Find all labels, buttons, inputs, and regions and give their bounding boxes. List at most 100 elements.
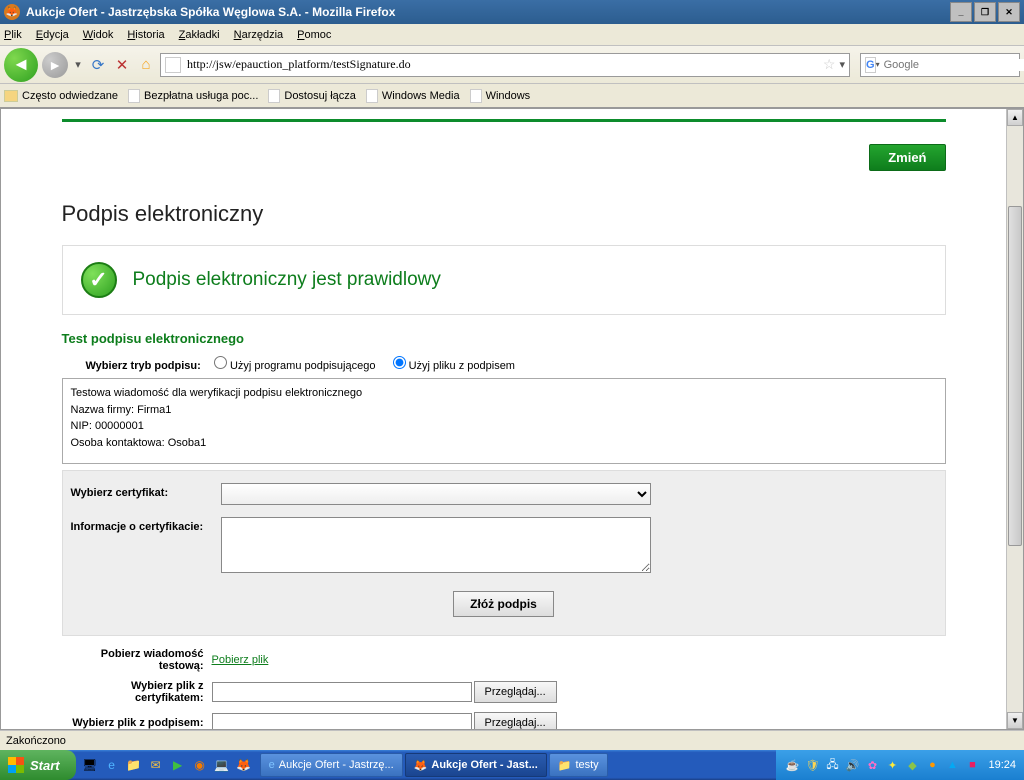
- task-buttons: eAukcje Ofert - Jastrzę... 🦊Aukcje Ofert…: [260, 753, 777, 777]
- taskbar: Start 🖥 e 📁 ✉ ▶ ◉ 💻 🦊 eAukcje Ofert - Ja…: [0, 750, 1024, 780]
- tray-shield-icon[interactable]: 🛡: [804, 757, 820, 773]
- back-button[interactable]: ◄: [4, 48, 38, 82]
- file-section: Pobierz wiadomość testową: Pobierz plik …: [62, 648, 946, 730]
- page-icon: [165, 57, 181, 73]
- google-icon[interactable]: G: [865, 57, 876, 73]
- firefox-icon: 🦊: [4, 4, 20, 20]
- page-title: Podpis elektroniczny: [62, 201, 946, 227]
- page-icon: [366, 89, 378, 103]
- ql-putty-icon[interactable]: 💻: [212, 754, 232, 776]
- bookmark-item-1[interactable]: Dostosuj łącza: [268, 89, 356, 103]
- file-cert-label: Wybierz plik z certyfikatem:: [62, 680, 212, 704]
- ql-media-icon[interactable]: ▶: [168, 754, 188, 776]
- cert-select[interactable]: [221, 483, 651, 505]
- restore-button[interactable]: ❐: [974, 2, 996, 22]
- bookmark-item-0[interactable]: Bezpłatna usługa poc...: [128, 89, 258, 103]
- status-box: ✓ Podpis elektroniczny jest prawidlowy: [62, 245, 946, 315]
- tray-app5-icon[interactable]: ▲: [944, 757, 960, 773]
- file-sig-label: Wybierz plik z podpisem:: [62, 717, 212, 729]
- menu-edit[interactable]: Edycja: [36, 29, 69, 41]
- tray-app2-icon[interactable]: ✦: [884, 757, 900, 773]
- ql-desktop-icon[interactable]: 🖥: [80, 754, 100, 776]
- content-area: Zmień Podpis elektroniczny ✓ Podpis elek…: [0, 108, 1024, 730]
- tray-network-icon[interactable]: 🖧: [824, 757, 840, 773]
- tray-app6-icon[interactable]: ■: [964, 757, 980, 773]
- section-title: Test podpisu elektronicznego: [62, 331, 946, 346]
- bookmark-frequent[interactable]: Często odwiedzane: [4, 90, 118, 102]
- stop-button[interactable]: ✕: [112, 55, 132, 75]
- task-item-2[interactable]: 📁testy: [549, 753, 608, 777]
- bookmark-item-2[interactable]: Windows Media: [366, 89, 460, 103]
- browse-sig-button[interactable]: Przeglądaj...: [474, 712, 557, 730]
- start-button[interactable]: Start: [0, 750, 76, 780]
- menu-history[interactable]: Historia: [127, 29, 164, 41]
- menu-file[interactable]: Plik: [4, 29, 22, 41]
- menu-tools[interactable]: Narzędzia: [234, 29, 284, 41]
- ql-outlook-icon[interactable]: ✉: [146, 754, 166, 776]
- zmien-button[interactable]: Zmień: [869, 144, 945, 171]
- reload-button[interactable]: ⟳: [88, 55, 108, 75]
- cert-select-label: Wybierz certyfikat:: [71, 483, 221, 499]
- scroll-down-button[interactable]: ▼: [1007, 712, 1023, 729]
- test-message-box: Testowa wiadomość dla weryfikacji podpis…: [62, 378, 946, 464]
- mode-radio-file[interactable]: Użyj pliku z podpisem: [393, 360, 515, 372]
- tray-clock[interactable]: 19:24: [988, 759, 1016, 771]
- scroll-track[interactable]: [1007, 126, 1023, 712]
- cert-info-textarea[interactable]: [221, 517, 651, 573]
- bookmarks-toolbar: Często odwiedzane Bezpłatna usługa poc..…: [0, 84, 1024, 108]
- download-label: Pobierz wiadomość testową:: [62, 648, 212, 672]
- url-input[interactable]: [187, 57, 823, 72]
- page-icon: [128, 89, 140, 103]
- tray-java-icon[interactable]: ☕: [784, 757, 800, 773]
- close-button[interactable]: ✕: [998, 2, 1020, 22]
- ql-ie-icon[interactable]: e: [102, 754, 122, 776]
- bookmark-item-3[interactable]: Windows: [470, 89, 531, 103]
- windows-logo-icon: [8, 757, 24, 773]
- check-icon: ✓: [81, 262, 117, 298]
- certificate-box: Wybierz certyfikat: Informacje o certyfi…: [62, 470, 946, 636]
- ql-firefox-icon[interactable]: 🦊: [234, 754, 254, 776]
- cert-info-label: Informacje o certyfikacie:: [71, 517, 221, 533]
- menu-help[interactable]: Pomoc: [297, 29, 331, 41]
- divider: [62, 119, 946, 122]
- url-dropdown[interactable]: ▾: [839, 58, 845, 71]
- file-sig-input[interactable]: [212, 713, 472, 730]
- task-item-1[interactable]: 🦊Aukcje Ofert - Jast...: [405, 753, 547, 777]
- menu-view[interactable]: Widok: [83, 29, 114, 41]
- status-text: Podpis elektroniczny jest prawidlowy: [133, 269, 441, 291]
- minimize-button[interactable]: _: [950, 2, 972, 22]
- search-input[interactable]: [884, 59, 1024, 71]
- mode-radio-program[interactable]: Użyj programu podpisującego: [214, 360, 376, 372]
- window-title: Aukcje Ofert - Jastrzębska Spółka Węglow…: [26, 5, 948, 19]
- home-button[interactable]: ⌂: [136, 55, 156, 75]
- quick-launch: 🖥 e 📁 ✉ ▶ ◉ 💻 🦊: [80, 754, 254, 776]
- forward-button[interactable]: ►: [42, 52, 68, 78]
- folder-icon: [4, 90, 18, 102]
- url-bar: ☆ ▾: [160, 53, 850, 77]
- sign-button[interactable]: Złóż podpis: [453, 591, 554, 617]
- page-icon: [268, 89, 280, 103]
- history-dropdown[interactable]: ▾: [72, 51, 84, 79]
- scroll-up-button[interactable]: ▲: [1007, 109, 1023, 126]
- tray-app4-icon[interactable]: ●: [924, 757, 940, 773]
- tray-volume-icon[interactable]: 🔊: [844, 757, 860, 773]
- browse-cert-button[interactable]: Przeglądaj...: [474, 681, 557, 703]
- statusbar: Zakończono: [0, 730, 1024, 750]
- vertical-scrollbar[interactable]: ▲ ▼: [1006, 109, 1023, 729]
- mode-row: Wybierz tryb podpisu: Użyj programu podp…: [62, 356, 946, 372]
- bookmark-star-icon[interactable]: ☆: [823, 56, 836, 73]
- ql-wmp-icon[interactable]: ◉: [190, 754, 210, 776]
- ql-commander-icon[interactable]: 📁: [124, 754, 144, 776]
- scroll-thumb[interactable]: [1008, 206, 1022, 546]
- mode-label: Wybierz tryb podpisu:: [86, 360, 201, 372]
- window-titlebar: 🦊 Aukcje Ofert - Jastrzębska Spółka Węgl…: [0, 0, 1024, 24]
- task-item-0[interactable]: eAukcje Ofert - Jastrzę...: [260, 753, 403, 777]
- download-link[interactable]: Pobierz plik: [212, 654, 269, 666]
- tray-app1-icon[interactable]: ✿: [864, 757, 880, 773]
- menu-bookmarks[interactable]: Zakładki: [179, 29, 220, 41]
- search-box: G ▾ 🔍: [860, 53, 1020, 77]
- menubar: Plik Edycja Widok Historia Zakładki Narz…: [0, 24, 1024, 46]
- file-cert-input[interactable]: [212, 682, 472, 702]
- tray-app3-icon[interactable]: ◆: [904, 757, 920, 773]
- system-tray: ☕ 🛡 🖧 🔊 ✿ ✦ ◆ ● ▲ ■ 19:24: [776, 750, 1024, 780]
